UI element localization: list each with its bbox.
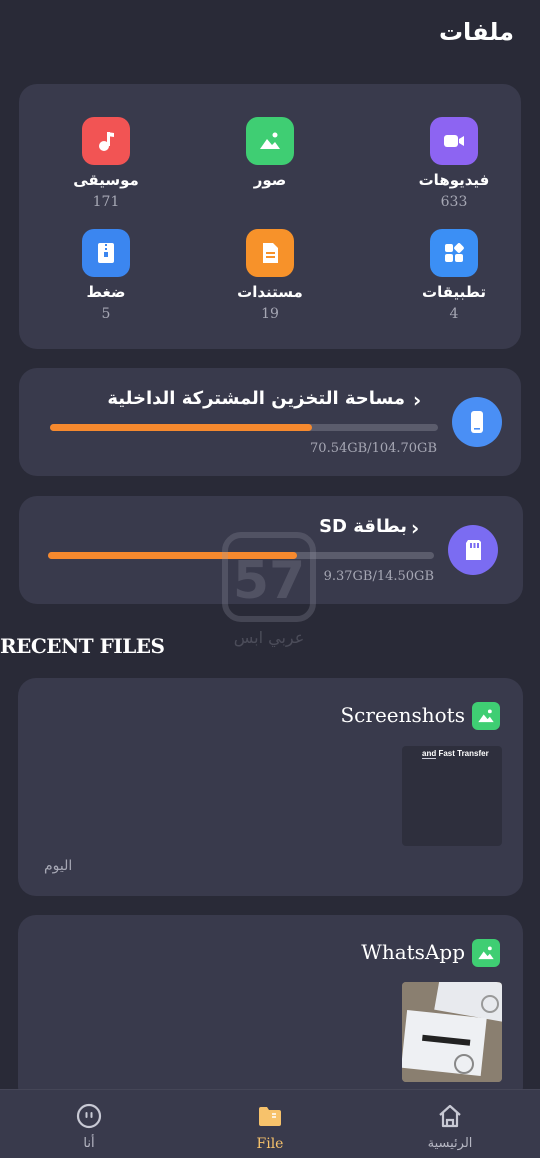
home-icon <box>439 1104 461 1128</box>
screenshot-thumbnail[interactable]: and Fast Transfer <box>402 746 502 846</box>
category-music[interactable]: موسيقى 171 <box>51 117 161 210</box>
category-count: 171 <box>92 194 120 210</box>
apps-icon <box>430 229 478 277</box>
nav-file[interactable]: File <box>215 1102 325 1152</box>
bottom-navigation: الرئيسية File أنا <box>0 1089 540 1158</box>
watermark-logo: 57 <box>222 532 316 622</box>
category-count: 633 <box>440 194 468 210</box>
video-icon <box>430 117 478 165</box>
category-documents[interactable]: مستندات 19 <box>215 229 325 322</box>
thumbnail-text: and Fast Transfer <box>422 749 489 758</box>
chevron-right-icon: › <box>413 388 422 412</box>
whatsapp-thumbnail[interactable] <box>402 982 502 1082</box>
recent-files-heading: RECENT FILES <box>0 634 165 658</box>
category-videos[interactable]: فيديوهات 633 <box>399 117 509 210</box>
category-apps[interactable]: تطبيقات 4 <box>399 229 509 322</box>
internal-storage-size: 70.54GB/104.70GB <box>310 441 437 456</box>
nav-label: أنا <box>83 1136 95 1151</box>
internal-storage-bar <box>50 424 438 431</box>
sd-card-icon <box>448 525 498 575</box>
nav-me[interactable]: أنا <box>34 1102 144 1151</box>
image-icon <box>472 939 500 967</box>
category-label: فيديوهات <box>418 171 490 189</box>
sd-card-title: بطاقة SD <box>319 516 407 537</box>
zip-icon <box>82 229 130 277</box>
category-label: تطبيقات <box>422 283 486 301</box>
category-count: 19 <box>261 306 279 322</box>
watermark-text: عربي ابس <box>233 628 305 647</box>
category-zip[interactable]: ضغط 5 <box>51 229 161 322</box>
category-label: ضغط <box>86 283 126 301</box>
folder-name: Screenshots <box>340 703 465 727</box>
folder-date: اليوم <box>44 858 73 874</box>
category-images[interactable]: صور <box>215 117 325 194</box>
sd-card-size: 9.37GB/14.50GB <box>323 569 434 584</box>
folder-name: WhatsApp <box>361 940 465 964</box>
folder-icon <box>259 1107 281 1126</box>
svg-text:57: 57 <box>233 551 305 611</box>
internal-storage-card[interactable]: مساحة التخزين المشتركة الداخلية › 70.54G… <box>19 368 521 476</box>
profile-icon <box>76 1103 102 1129</box>
watermark: 57 عربي ابس <box>222 532 316 647</box>
image-icon <box>246 117 294 165</box>
nav-label: الرئيسية <box>427 1136 473 1151</box>
folder-card-whatsapp[interactable]: WhatsApp <box>18 915 523 1105</box>
page-title: ملفات <box>438 18 514 46</box>
nav-label: File <box>256 1136 284 1152</box>
category-label: صور <box>253 171 287 189</box>
category-label: موسيقى <box>73 171 139 189</box>
phone-icon <box>452 397 502 447</box>
folder-card-screenshots[interactable]: Screenshots and Fast Transfer اليوم <box>18 678 523 896</box>
category-grid: فيديوهات 633 صور موسيقى 171 تطبيقات 4 مس… <box>19 84 521 349</box>
category-count: 5 <box>101 306 111 322</box>
internal-storage-bar-fill <box>50 424 312 431</box>
music-icon <box>82 117 130 165</box>
category-label: مستندات <box>237 283 303 301</box>
image-icon <box>472 702 500 730</box>
medicine-box-photo <box>402 982 502 1082</box>
thumbnail-underline <box>422 758 436 759</box>
document-icon <box>246 229 294 277</box>
chevron-right-icon: › <box>411 516 420 540</box>
category-count: 4 <box>449 306 459 322</box>
internal-storage-title: مساحة التخزين المشتركة الداخلية <box>107 388 405 409</box>
nav-home[interactable]: الرئيسية <box>395 1102 505 1151</box>
